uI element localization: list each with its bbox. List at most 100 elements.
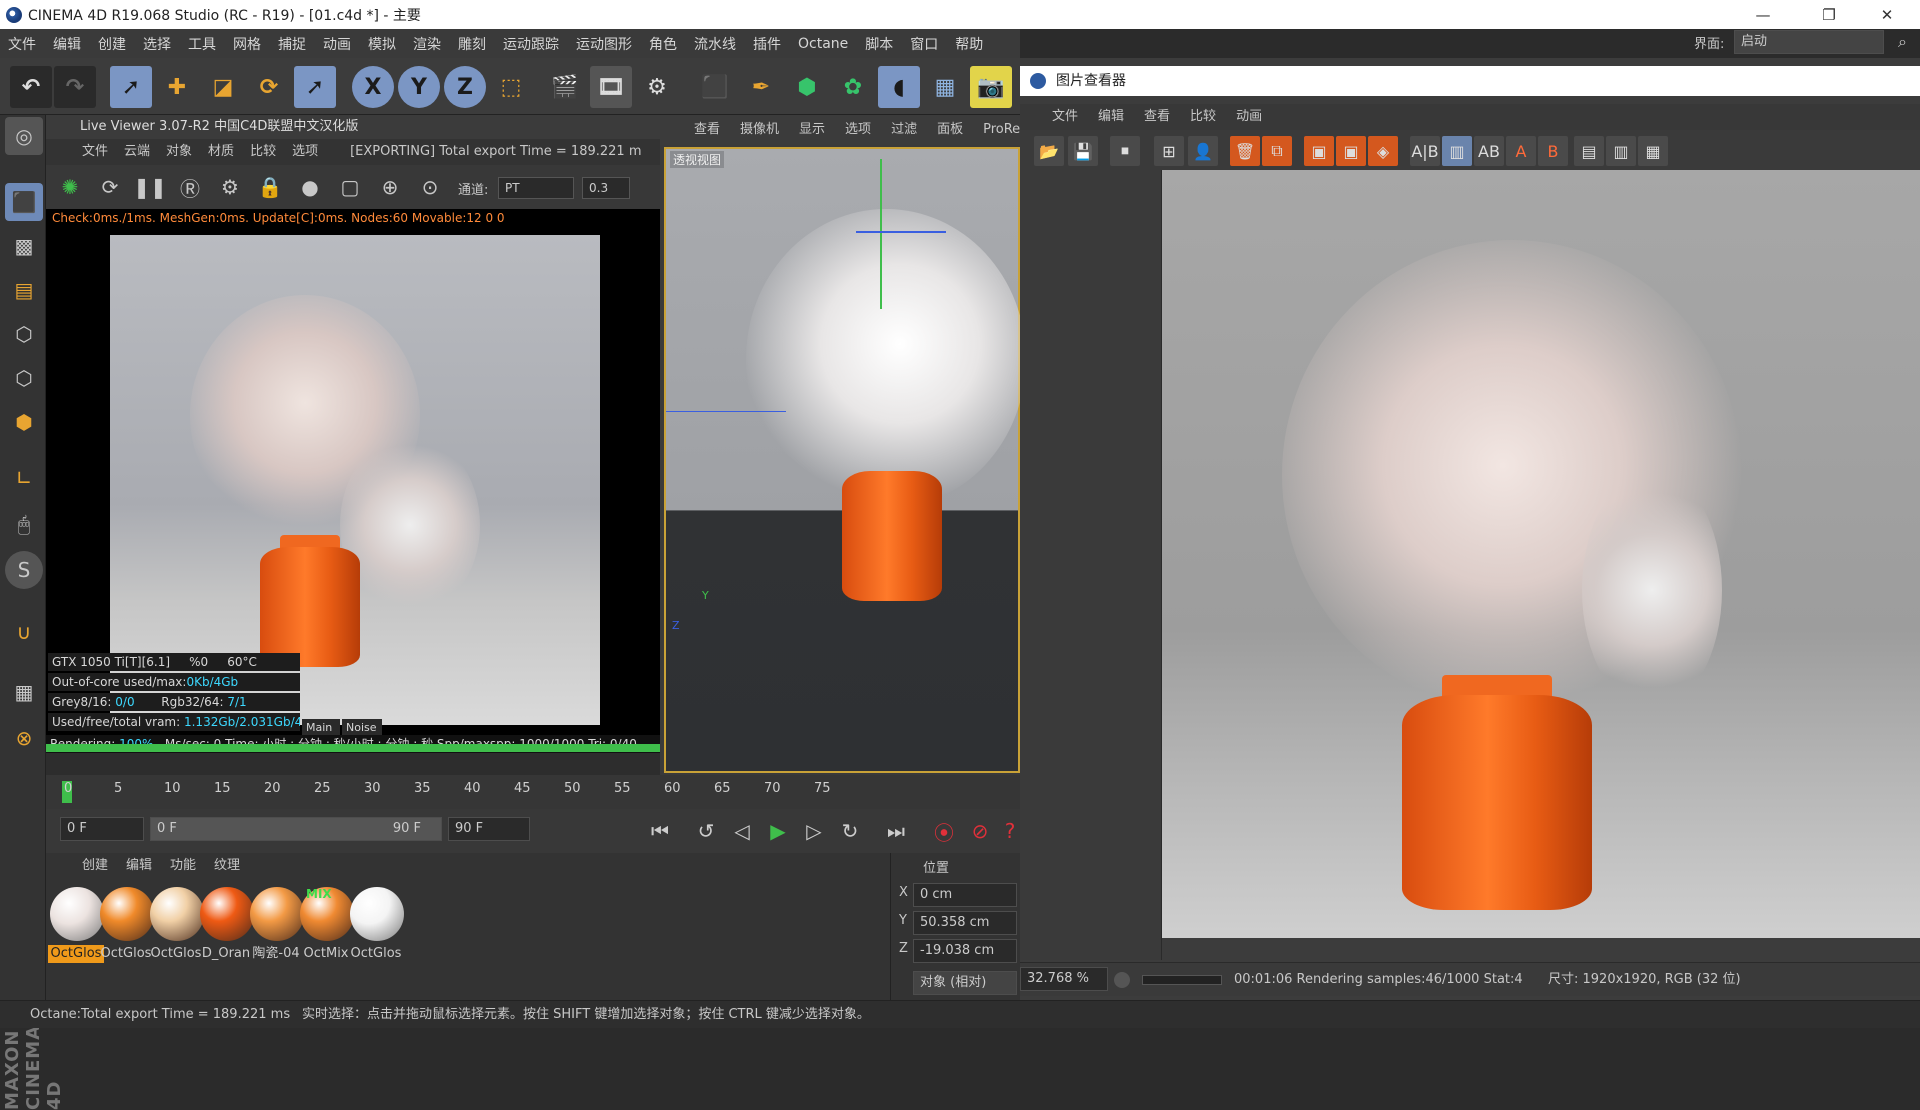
lv-menu-item-4[interactable]: 比较 [250, 144, 276, 159]
ab-swap-icon[interactable]: AB [1474, 136, 1504, 166]
menu-item-15[interactable]: 插件 [753, 34, 781, 54]
select-tool-button[interactable]: ➚ [110, 66, 152, 108]
region-render-icon[interactable]: ▣ [1304, 136, 1334, 166]
coordinate-system-button[interactable]: ⬚ [490, 66, 532, 108]
pause-icon[interactable]: ❚❚ [133, 173, 167, 201]
delete-icon[interactable]: 🗑 [1230, 136, 1260, 166]
z-axis-gizmo[interactable] [856, 231, 946, 233]
live-select-button[interactable]: ➚ [294, 66, 336, 108]
picture-viewer-render-image[interactable] [1162, 170, 1920, 938]
render-settings-button[interactable]: ⚙ [636, 66, 678, 108]
z-position-field[interactable]: -19.038 cm [913, 939, 1017, 963]
pick-material-icon[interactable]: ⊙ [416, 173, 444, 201]
x-position-field[interactable]: 0 cm [913, 883, 1017, 907]
y-axis-button[interactable]: Y [398, 66, 440, 108]
scale-tool-button[interactable]: ◪ [202, 66, 244, 108]
search-icon[interactable]: ⌕ [1898, 32, 1907, 52]
material-label[interactable]: 陶瓷-04 [248, 945, 304, 963]
play-sequence-icon[interactable] [1114, 972, 1130, 988]
material-label[interactable]: D_Oran [198, 945, 254, 963]
menu-item-13[interactable]: 角色 [649, 34, 677, 54]
menu-item-19[interactable]: 帮助 [955, 34, 983, 54]
floor-button[interactable]: ▦ [924, 66, 966, 108]
set-a-icon[interactable]: A [1506, 136, 1536, 166]
material-menu-item-0[interactable]: 创建 [82, 858, 108, 873]
tweak-mode-icon[interactable]: 🖱 [5, 505, 43, 543]
send-scene-icon[interactable]: ✺ [56, 173, 84, 201]
polygons-mode-icon[interactable]: ⬢ [5, 403, 43, 441]
live-viewer-render-canvas[interactable]: GTX 1050 Ti[T][6.1] %0 60°C Out-of-core … [46, 227, 660, 753]
snap-icon[interactable]: S [5, 551, 43, 589]
deformer-button[interactable]: ◖ [878, 66, 920, 108]
material-ball[interactable] [50, 887, 104, 941]
cloner-button[interactable]: ✿ [832, 66, 874, 108]
workplane-icon[interactable]: ▤ [5, 271, 43, 309]
prev-key-icon[interactable]: ↺ [692, 817, 720, 845]
menu-item-11[interactable]: 运动跟踪 [503, 34, 559, 54]
lock-workplane-icon[interactable]: ▦ [5, 673, 43, 711]
viewport-menu-item-3[interactable]: 选项 [845, 122, 871, 137]
axis-mode-icon[interactable]: ∟ [5, 459, 43, 497]
copy-icon[interactable]: ⧉ [1262, 136, 1292, 166]
stop-render-icon[interactable]: ⏹ [1110, 136, 1140, 166]
zoom-field[interactable]: 32.768 % [1020, 967, 1108, 991]
rotate-tool-button[interactable]: ⟳ [248, 66, 290, 108]
pv-menu-item-0[interactable]: 文件 [1052, 109, 1078, 124]
open-icon[interactable]: 📂 [1034, 136, 1064, 166]
material-label[interactable]: OctGlos [148, 945, 204, 963]
ab-compare-icon[interactable]: A|B [1410, 136, 1440, 166]
move-tool-button[interactable]: ✚ [156, 66, 198, 108]
prev-frame-icon[interactable]: ◁ [728, 817, 756, 845]
lv-menu-item-1[interactable]: 云端 [124, 144, 150, 159]
viewport-menu-item-6[interactable]: ProRen [983, 122, 1020, 137]
ab-split-icon[interactable]: ▥ [1442, 136, 1472, 166]
menu-item-16[interactable]: Octane [798, 36, 848, 52]
material-menu-item-2[interactable]: 功能 [170, 858, 196, 873]
restore-icon[interactable]: ❐ [1806, 0, 1852, 29]
region-render2-icon[interactable]: ▣ [1336, 136, 1366, 166]
layout-3-icon[interactable]: ▦ [1638, 136, 1668, 166]
lv-menu-item-5[interactable]: 选项 [292, 144, 318, 159]
y-axis-gizmo[interactable] [880, 159, 882, 309]
coordinate-mode-select[interactable]: 对象 (相对) [913, 971, 1017, 995]
autokey-icon[interactable]: ⊘ [966, 817, 994, 845]
save-icon[interactable]: 💾 [1068, 136, 1098, 166]
material-ball-icon[interactable]: ● [296, 173, 324, 201]
go-to-end-icon[interactable]: ⏭ [882, 817, 910, 845]
menu-item-2[interactable]: 创建 [98, 34, 126, 54]
menu-item-1[interactable]: 编辑 [53, 34, 81, 54]
menu-item-0[interactable]: 文件 [8, 34, 36, 54]
close-icon[interactable]: ✕ [1864, 0, 1910, 29]
viewport-menu-item-5[interactable]: 面板 [937, 122, 963, 137]
menu-item-7[interactable]: 动画 [323, 34, 351, 54]
render-picture-viewer-button[interactable]: 🎞 [590, 66, 632, 108]
set-b-icon[interactable]: B [1538, 136, 1568, 166]
lv-menu-item-0[interactable]: 文件 [82, 144, 108, 159]
pv-menu-item-2[interactable]: 查看 [1144, 109, 1170, 124]
edges-mode-icon[interactable]: ⬡ [5, 359, 43, 397]
render-view-button[interactable]: 🎬 [544, 66, 586, 108]
menu-item-9[interactable]: 渲染 [413, 34, 441, 54]
menu-item-18[interactable]: 窗口 [910, 34, 938, 54]
pv-menu-item-4[interactable]: 动画 [1236, 109, 1262, 124]
points-mode-icon[interactable]: ⬡ [5, 315, 43, 353]
channel-number[interactable]: 0.3 [582, 177, 630, 199]
viewport-canvas[interactable]: 透视视图 Y Z [664, 147, 1026, 773]
material-label[interactable]: OctMix [298, 945, 354, 963]
region-render3-icon[interactable]: ◈ [1368, 136, 1398, 166]
menu-item-8[interactable]: 模拟 [368, 34, 396, 54]
viewport-menu-item-0[interactable]: 查看 [694, 122, 720, 137]
region-icon[interactable]: Ⓡ [176, 173, 204, 201]
layout-1-icon[interactable]: ▤ [1574, 136, 1604, 166]
texture-mode-icon[interactable]: ▩ [5, 227, 43, 265]
menu-item-17[interactable]: 脚本 [865, 34, 893, 54]
fit-icon[interactable]: ⊞ [1154, 136, 1184, 166]
menu-item-5[interactable]: 网格 [233, 34, 261, 54]
subdivision-button[interactable]: ⬢ [786, 66, 828, 108]
minimize-icon[interactable]: — [1740, 0, 1786, 29]
model-mode-icon[interactable]: ⬛ [5, 183, 43, 221]
channel-select[interactable]: PT [498, 177, 574, 199]
timeline-ruler[interactable]: 0 5 10 15 20 25 30 35 40 45 50 55 60 65 70 75 [46, 775, 1020, 809]
lv-menu-item-3[interactable]: 材质 [208, 144, 234, 159]
restart-icon[interactable]: ⟳ [96, 173, 124, 201]
